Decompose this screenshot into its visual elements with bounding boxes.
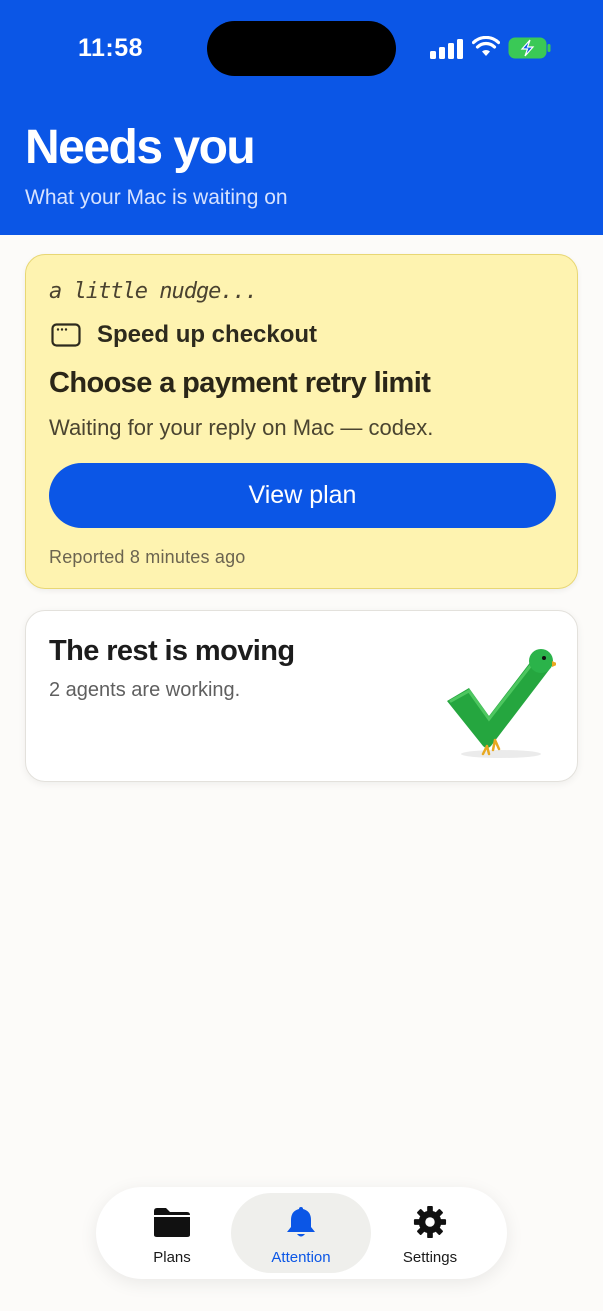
page-title: Needs you: [25, 121, 256, 174]
dynamic-island: [207, 21, 396, 76]
tab-label-attention: Attention: [271, 1249, 331, 1266]
header: 11:58 Needs you What your Mac is waiting…: [0, 0, 603, 235]
battery-charging-icon: [508, 37, 551, 59]
tab-attention[interactable]: Attention: [231, 1193, 371, 1273]
plan-name: Speed up checkout: [97, 321, 318, 348]
bell-icon: [287, 1207, 315, 1237]
card-title: Choose a payment retry limit: [49, 367, 431, 399]
status-card[interactable]: The rest is moving 2 agents are working.: [25, 610, 578, 782]
tab-settings[interactable]: Settings: [360, 1193, 500, 1273]
gear-icon: [413, 1205, 447, 1239]
folder-icon: [154, 1208, 190, 1237]
status-title: The rest is moving: [49, 635, 295, 667]
attention-card[interactable]: a little nudge... Speed up checkout Choo…: [25, 254, 578, 589]
reported-timestamp: Reported 8 minutes ago: [49, 547, 246, 567]
card-description: Waiting for your reply on Mac — codex.: [49, 415, 434, 440]
tab-label-settings: Settings: [402, 1249, 458, 1266]
tab-label-plans: Plans: [153, 1249, 191, 1266]
status-time: 11:58: [78, 34, 144, 62]
nudge-label: a little nudge...: [49, 279, 258, 304]
cellular-signal-icon: [430, 37, 464, 59]
status-subtitle: 2 agents are working.: [49, 679, 241, 701]
window-icon: [51, 323, 81, 347]
tab-bar: Plans Attention Settings: [96, 1187, 507, 1279]
wifi-icon: [472, 36, 500, 56]
page-subtitle: What your Mac is waiting on: [25, 186, 288, 209]
plan-name-row: Speed up checkout: [51, 320, 317, 350]
tab-plans[interactable]: Plans: [102, 1193, 242, 1273]
view-plan-button[interactable]: View plan: [49, 463, 556, 528]
bird-check-icon: [447, 649, 556, 758]
